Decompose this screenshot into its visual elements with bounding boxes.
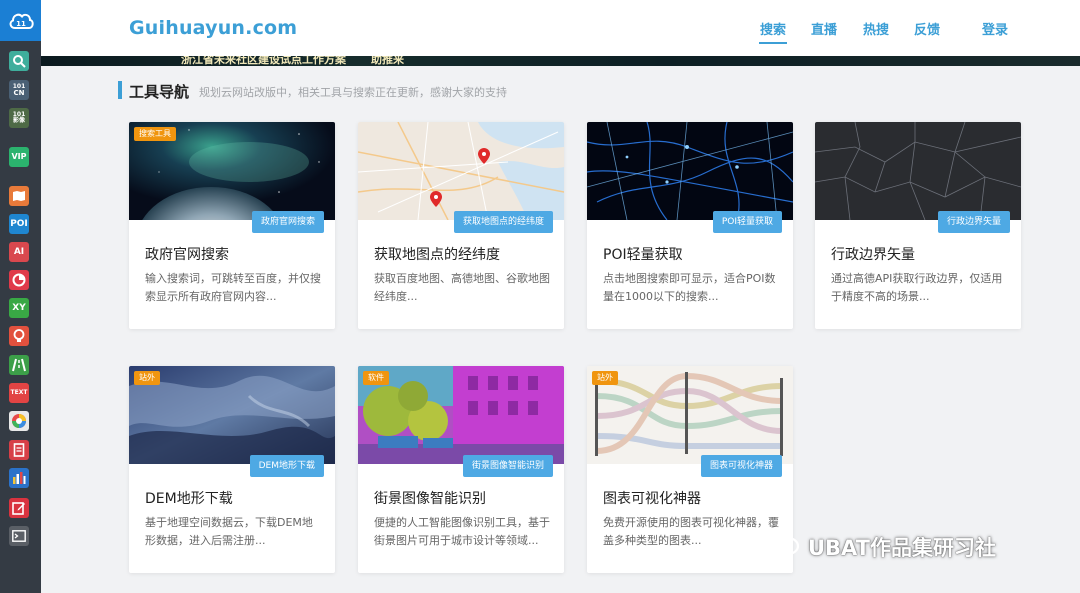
color-wheel-icon[interactable] xyxy=(9,411,29,431)
card-badge[interactable]: DEM地形下载 xyxy=(249,455,324,477)
card-title: 政府官网搜索 xyxy=(145,247,229,263)
document-icon[interactable] xyxy=(9,440,29,460)
card-description: 输入搜索词，可跳转至百度，并仅搜索显示所有政府官网内容... xyxy=(145,272,321,303)
site-logo[interactable]: Guihuayun.com xyxy=(129,17,297,39)
nav-search[interactable]: 搜索 xyxy=(758,19,788,44)
tool-card-streetview-ai[interactable]: 软件 街景图像智能识别 街景图像智能识别 便捷的人工智能图像识别工具，基于街景图… xyxy=(358,366,564,573)
card-badge[interactable]: 行政边界矢量 xyxy=(937,211,1010,233)
card-title: 获取地图点的经纬度 xyxy=(374,247,500,263)
card-title: POI轻量获取 xyxy=(603,247,683,263)
nav-hot-search[interactable]: 热搜 xyxy=(863,19,889,38)
tool-card-dem[interactable]: 站外 DEM地形下载 DEM地形下载 基于地理空间数据云，下载DEM地形数据，进… xyxy=(129,366,335,573)
nav-feedback[interactable]: 反馈 xyxy=(914,19,940,38)
text-icon[interactable]: TEXT xyxy=(9,383,29,403)
tianditu-image-icon[interactable]: 101 影像 xyxy=(9,108,29,128)
card-description: 通过高德API获取行政边界，仅适用于精度不高的场景... xyxy=(831,272,1003,303)
card-title: 图表可视化神器 xyxy=(603,491,701,507)
card-badge[interactable]: 街景图像智能识别 xyxy=(462,455,553,477)
idea-bulb-icon[interactable] xyxy=(9,326,29,346)
cloud-logo-icon[interactable]: 11 xyxy=(0,0,41,41)
tool-card-poi[interactable]: POI轻量获取 POI轻量获取 点击地图搜索即可显示，适合POI数量在1000以… xyxy=(587,122,793,329)
section-title: 工具导航 xyxy=(129,83,190,101)
vip-icon[interactable]: VIP xyxy=(9,147,29,167)
top-navigation: Guihuayun.com 搜索 直播 热搜 反馈 登录 xyxy=(41,0,1080,56)
card-image-map xyxy=(358,122,564,220)
tool-card-gov-search[interactable]: 搜索工具 政府官网搜索 政府官网搜索 输入搜索词，可跳转至百度，并仅搜索显示所有… xyxy=(129,122,335,329)
section-description: 规划云网站改版中，相关工具与搜索正在更新，感谢大家的支持 xyxy=(199,86,507,99)
terminal-icon[interactable] xyxy=(9,526,29,546)
edit-icon[interactable] xyxy=(9,498,29,518)
section-accent-bar xyxy=(118,81,122,99)
card-tag: 站外 xyxy=(134,371,160,385)
search-icon[interactable] xyxy=(9,51,29,71)
card-description: 点击地图搜索即可显示，适合POI数量在1000以下的搜索... xyxy=(603,272,776,303)
card-tag: 站外 xyxy=(592,371,618,385)
card-description: 便捷的人工智能图像识别工具，基于街景图片可用于城市设计等领域... xyxy=(374,516,550,547)
card-badge[interactable]: POI轻量获取 xyxy=(712,211,782,233)
svg-text:11: 11 xyxy=(16,20,26,28)
road-icon[interactable] xyxy=(9,355,29,375)
bar-chart-icon[interactable] xyxy=(9,468,29,488)
pie-chart-icon[interactable] xyxy=(9,270,29,290)
card-badge[interactable]: 政府官网搜索 xyxy=(251,211,324,233)
tool-card-map-coordinates[interactable]: 获取地图点的经纬度 获取地图点的经纬度 获取百度地图、高德地图、谷歌地图经纬度.… xyxy=(358,122,564,329)
nav-live[interactable]: 直播 xyxy=(811,19,837,38)
banner-strip[interactable]: 浙江省未来社区建设试点工作方案 助推来 xyxy=(41,56,1080,66)
card-tag: 搜索工具 xyxy=(134,127,176,141)
card-title: DEM地形下载 xyxy=(145,491,233,507)
banner-text-right: 助推来 xyxy=(371,56,404,66)
card-badge[interactable]: 图表可视化神器 xyxy=(700,455,782,477)
xy-coordinate-icon[interactable]: XY xyxy=(9,298,29,318)
tool-card-admin-boundary[interactable]: 行政边界矢量 行政边界矢量 通过高德API获取行政边界，仅适用于精度不高的场景.… xyxy=(815,122,1021,329)
card-image-poi-network xyxy=(587,122,793,220)
wechat-icon xyxy=(762,531,802,562)
ai-icon[interactable]: AI xyxy=(9,242,29,262)
card-tag: 软件 xyxy=(363,371,389,385)
watermark: UBAT作品集研习社 xyxy=(762,531,996,562)
card-description: 基于地理空间数据云，下载DEM地形数据，进入后需注册... xyxy=(145,516,313,547)
map-icon[interactable] xyxy=(9,186,29,206)
banner-text-left: 浙江省未来社区建设试点工作方案 xyxy=(181,56,346,66)
tool-sidebar: 11 101 CN 101 影像 VIP POI AI XY TEXT xyxy=(0,0,41,593)
card-title: 行政边界矢量 xyxy=(831,247,915,263)
poi-icon[interactable]: POI xyxy=(9,214,29,234)
card-title: 街景图像智能识别 xyxy=(374,491,486,507)
watermark-text: UBAT作品集研习社 xyxy=(808,535,997,560)
card-badge[interactable]: 获取地图点的经纬度 xyxy=(453,211,553,233)
nav-login[interactable]: 登录 xyxy=(982,19,1008,38)
tianditu-cn-icon[interactable]: 101 CN xyxy=(9,80,29,100)
card-description: 获取百度地图、高德地图、谷歌地图经纬度... xyxy=(374,272,550,303)
card-description: 免费开源使用的图表可视化神器，覆盖多种类型的图表... xyxy=(603,516,779,547)
card-image-boundary xyxy=(815,122,1021,220)
